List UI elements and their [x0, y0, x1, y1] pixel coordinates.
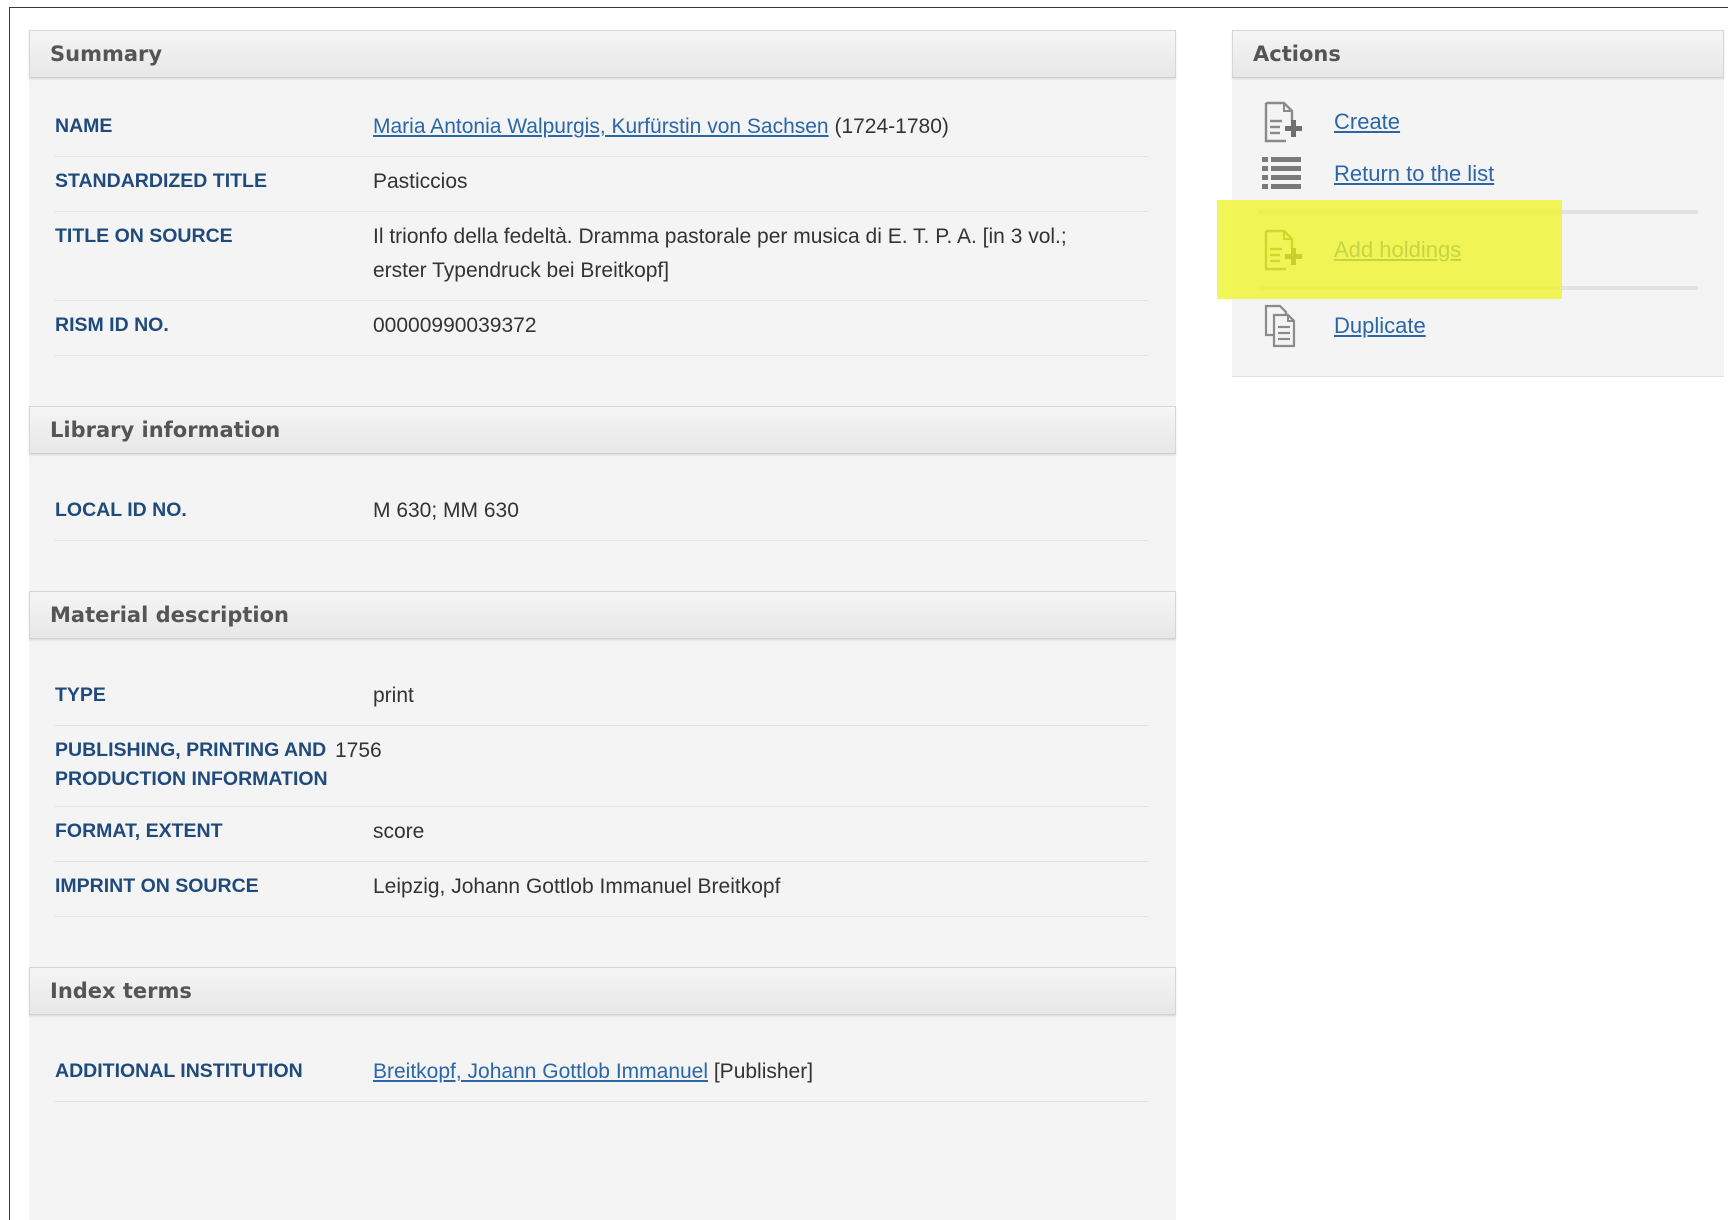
field-value: Leipzig, Johann Gottlob Immanuel Breitko… — [373, 875, 781, 898]
action-add-holdings: Add holdings — [1258, 222, 1698, 278]
row-type: TYPE print — [55, 671, 1148, 726]
person-dates: (1724-1780) — [828, 115, 949, 138]
library-panel: Library information LOCAL ID NO. M 630; … — [29, 406, 1176, 591]
field-value: Maria Antonia Walpurgis, Kurfürstin von … — [373, 110, 1148, 144]
row-standardized-title: STANDARDIZED TITLE Pasticcios — [55, 157, 1148, 212]
field-label: RISM ID NO. — [55, 314, 169, 336]
summary-panel: Summary NAME Maria Antonia Walpurgis, Ku… — [29, 30, 1176, 406]
copy-icon — [1258, 303, 1304, 349]
field-value: 1756 — [335, 739, 382, 762]
add-holdings-link[interactable]: Add holdings — [1334, 237, 1461, 263]
field-label: TYPE — [55, 684, 106, 706]
library-header: Library information — [29, 406, 1176, 454]
summary-header: Summary — [29, 30, 1176, 78]
actions-header: Actions — [1232, 30, 1724, 78]
record-details: Summary NAME Maria Antonia Walpurgis, Ku… — [29, 30, 1176, 1220]
action-duplicate: Duplicate — [1258, 298, 1698, 354]
field-value: print — [373, 684, 414, 707]
field-label: LOCAL ID NO. — [55, 499, 187, 521]
row-rism-id: RISM ID NO. 00000990039372 — [55, 301, 1148, 356]
row-publishing-info: PUBLISHING, PRINTING AND PRODUCTION INFO… — [55, 726, 1148, 807]
index-header: Index terms — [29, 967, 1176, 1015]
field-value: Breitkopf, Johann Gottlob Immanuel [Publ… — [373, 1055, 1148, 1089]
field-label: TITLE ON SOURCE — [55, 225, 233, 247]
field-label: IMPRINT ON SOURCE — [55, 875, 259, 897]
material-header: Material description — [29, 591, 1176, 639]
field-value: Pasticcios — [373, 170, 468, 193]
row-imprint: IMPRINT ON SOURCE Leipzig, Johann Gottlo… — [55, 862, 1148, 917]
action-return-to-list: Return to the list — [1258, 146, 1698, 202]
list-icon — [1258, 151, 1304, 197]
field-value: Il trionfo della fedeltà. Dramma pastora… — [373, 225, 1067, 282]
row-additional-institution: ADDITIONAL INSTITUTION Breitkopf, Johann… — [55, 1047, 1148, 1102]
actions-separator — [1258, 286, 1698, 290]
institution-role: [Publisher] — [708, 1060, 814, 1083]
material-panel: Material description TYPE print PUBLISHI… — [29, 591, 1176, 967]
row-title-on-source: TITLE ON SOURCE Il trionfo della fedeltà… — [55, 212, 1148, 301]
action-create: Create — [1258, 94, 1698, 150]
return-to-list-link[interactable]: Return to the list — [1334, 161, 1494, 187]
row-format-extent: FORMAT, EXTENT score — [55, 807, 1148, 862]
row-local-id: LOCAL ID NO. M 630; MM 630 — [55, 486, 1148, 541]
row-name: NAME Maria Antonia Walpurgis, Kurfürstin… — [55, 104, 1148, 157]
index-panel: Index terms ADDITIONAL INSTITUTION Breit… — [29, 967, 1176, 1142]
field-value: M 630; MM 630 — [373, 499, 519, 522]
create-link[interactable]: Create — [1334, 109, 1400, 135]
institution-link[interactable]: Breitkopf, Johann Gottlob Immanuel — [373, 1060, 708, 1083]
actions-panel: Actions Create Return to the list Add ho… — [1232, 30, 1724, 377]
field-label: NAME — [55, 115, 113, 137]
field-label: PUBLISHING, PRINTING AND PRODUCTION INFO… — [55, 739, 328, 790]
field-label: ADDITIONAL INSTITUTION — [55, 1060, 303, 1082]
document-add-icon — [1258, 227, 1304, 273]
duplicate-link[interactable]: Duplicate — [1334, 313, 1426, 339]
person-link[interactable]: Maria Antonia Walpurgis, Kurfürstin von … — [373, 115, 829, 138]
field-value: score — [373, 820, 425, 843]
field-value: 00000990039372 — [373, 314, 537, 337]
field-label: FORMAT, EXTENT — [55, 820, 223, 842]
document-add-icon — [1258, 99, 1304, 145]
field-label: STANDARDIZED TITLE — [55, 170, 267, 192]
actions-separator — [1258, 210, 1698, 214]
